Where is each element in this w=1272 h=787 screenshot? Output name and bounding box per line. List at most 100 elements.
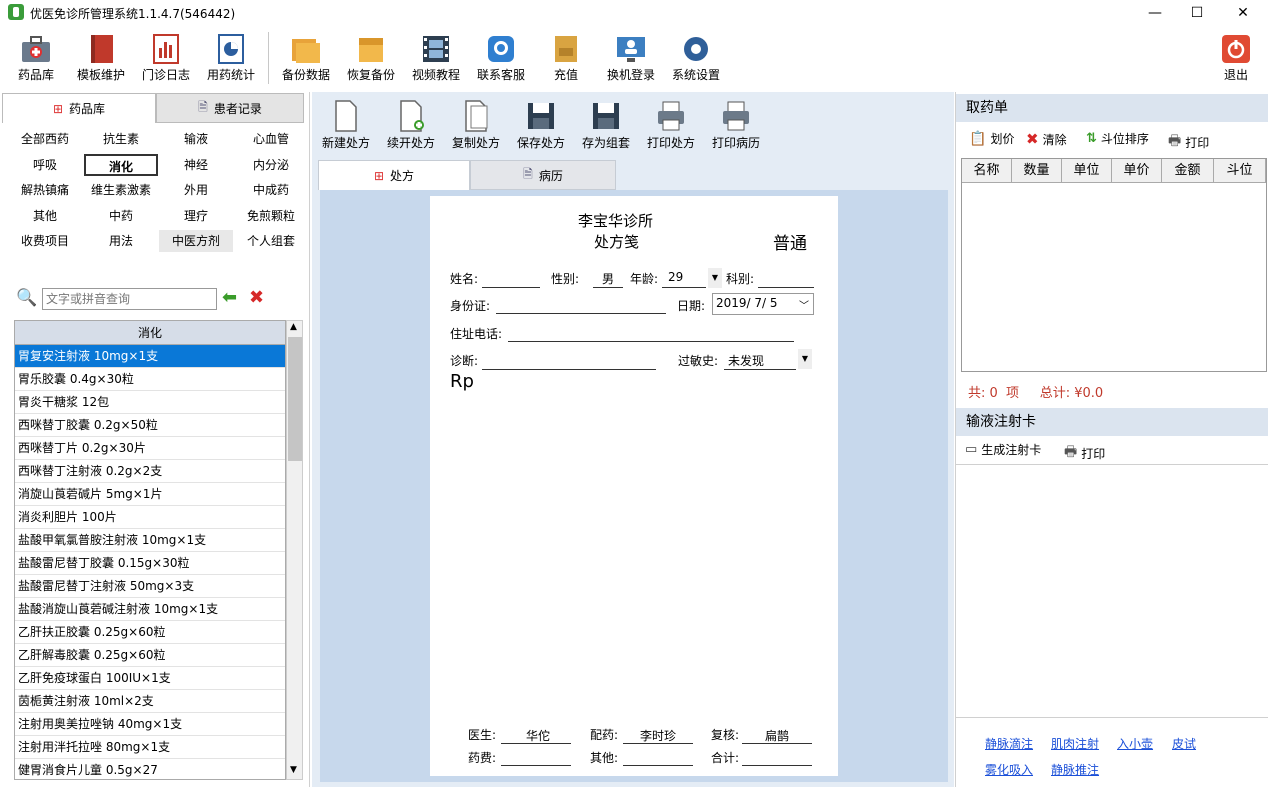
category-item[interactable]: 免煎颗粒 (234, 205, 308, 227)
link-iv-drip[interactable]: 静脉滴注 (985, 735, 1033, 752)
toolbar-video-tutorial-button[interactable]: 视频教程 (405, 28, 467, 88)
doctor-value[interactable]: 华佗 (526, 727, 550, 744)
maximize-button[interactable]: ☐ (1174, 0, 1220, 26)
drug-list-item[interactable]: 消炎利胆片 100片 (15, 506, 285, 529)
category-item[interactable]: 收费项目 (8, 230, 82, 252)
drug-list-item[interactable]: 胃乐胶囊 0.4g×30粒 (15, 368, 285, 391)
category-item[interactable]: 呼吸 (8, 154, 82, 176)
drug-list-item[interactable]: 消旋山莨菪碱片 5mg×1片 (15, 483, 285, 506)
grid-column-header[interactable]: 数量 (1012, 159, 1062, 183)
grid-column-header[interactable]: 名称 (962, 159, 1012, 183)
category-item[interactable]: 神经 (159, 154, 233, 176)
category-item[interactable]: 理疗 (159, 205, 233, 227)
drug-list-item[interactable]: 注射用泮托拉唑 80mg×1支 (15, 736, 285, 759)
name-field[interactable] (482, 287, 540, 288)
category-item[interactable]: 消化 (84, 154, 158, 176)
toolbar-recharge-button[interactable]: 充值 (535, 28, 597, 88)
drug-list-item[interactable]: 西咪替丁胶囊 0.2g×50粒 (15, 414, 285, 437)
drug-list-scrollbar[interactable]: ▲ ▼ (286, 320, 303, 780)
save-prescription-button[interactable]: 保存处方 (511, 98, 571, 151)
drug-list-item[interactable]: 注射用奥美拉唑钠 40mg×1支 (15, 713, 285, 736)
address-phone-field[interactable] (508, 341, 794, 342)
drug-list-item[interactable]: 盐酸雷尼替丁胶囊 0.15g×30粒 (15, 552, 285, 575)
tab-medical-record[interactable]: 🗎 病历 (470, 160, 616, 190)
date-picker[interactable]: 2019/ 7/ 5 ﹀ (712, 293, 814, 315)
drug-list-item[interactable]: 胃复安注射液 10mg×1支 (15, 345, 285, 368)
drug-list-item[interactable]: 茵栀黄注射液 10ml×2支 (15, 690, 285, 713)
grid-column-header[interactable]: 单位 (1062, 159, 1112, 183)
category-item[interactable]: 个人组套 (234, 230, 308, 252)
category-item[interactable]: 内分泌 (234, 154, 308, 176)
toolbar-settings-button[interactable]: 系统设置 (665, 28, 727, 88)
tab-patient-records[interactable]: 🗎 患者记录 (156, 93, 304, 123)
drug-list-item[interactable]: 健胃消食片儿童 0.5g×27 (15, 759, 285, 779)
search-input[interactable]: 文字或拼音查询 (42, 288, 217, 310)
drug-list-item[interactable]: 西咪替丁片 0.2g×30片 (15, 437, 285, 460)
category-item[interactable]: 外用 (159, 179, 233, 201)
grid-column-header[interactable]: 单价 (1112, 159, 1162, 183)
new-prescription-button[interactable]: 新建处方 (316, 98, 376, 151)
grid-column-header[interactable]: 金额 (1162, 159, 1214, 183)
gender-value[interactable]: 男 (602, 270, 614, 287)
dispenser-value[interactable]: 李时珍 (640, 727, 676, 744)
total-field[interactable] (742, 765, 812, 766)
drug-list-item[interactable]: 盐酸消旋山莨菪碱注射液 10mg×1支 (15, 598, 285, 621)
allergy-value[interactable]: 未发现 (728, 352, 764, 369)
print-pick-list-button[interactable]: 🖶 打印 (1168, 130, 1209, 154)
clear-list-button[interactable]: ✖ 清除 (1026, 130, 1067, 148)
copy-prescription-button[interactable]: 复制处方 (446, 98, 506, 151)
category-item[interactable]: 解热镇痛 (8, 179, 82, 201)
exit-button[interactable]: 退出 (1205, 28, 1267, 88)
close-button[interactable]: ✕ (1220, 0, 1266, 26)
drug-list-item[interactable]: 乙肝扶正胶囊 0.25g×60粒 (15, 621, 285, 644)
category-item[interactable]: 中医方剂 (159, 230, 233, 252)
tab-medicine-library[interactable]: ⊞ 药品库 (2, 93, 156, 123)
age-unit-dropdown[interactable]: ▼ (708, 268, 722, 288)
generate-injection-card-button[interactable]: ▭ 生成注射卡 (965, 441, 1041, 458)
category-item[interactable]: 全部西药 (8, 128, 82, 150)
category-item[interactable]: 中成药 (234, 179, 308, 201)
toolbar-switch-login-button[interactable]: 换机登录 (600, 28, 662, 88)
age-value[interactable]: 29 (668, 270, 683, 284)
tab-prescription[interactable]: ⊞ 处方 (318, 160, 470, 190)
price-button[interactable]: 📋 划价 (969, 130, 1014, 147)
department-field[interactable] (758, 287, 814, 288)
print-prescription-button[interactable]: 打印处方 (641, 98, 701, 151)
drug-list-item[interactable]: 胃炎干糖浆 12包 (15, 391, 285, 414)
drug-list-item[interactable]: 乙肝解毒胶囊 0.25g×60粒 (15, 644, 285, 667)
reviewer-value[interactable]: 扁鹊 (765, 727, 789, 744)
toolbar-template-button[interactable]: 模板维护 (70, 28, 132, 88)
toolbar-drug-stats-button[interactable]: 用药统计 (200, 28, 262, 88)
diagnosis-field[interactable] (482, 369, 656, 370)
toolbar-clinic-log-button[interactable]: 门诊日志 (135, 28, 197, 88)
scroll-up-icon[interactable]: ▲ (290, 322, 297, 332)
print-injection-card-button[interactable]: 🖶 打印 (1064, 441, 1105, 465)
continue-prescription-button[interactable]: 续开处方 (381, 98, 441, 151)
link-nebulization[interactable]: 雾化吸入 (985, 761, 1033, 778)
minimize-button[interactable]: — (1132, 0, 1178, 26)
link-small-pot[interactable]: 入小壶 (1117, 735, 1153, 752)
id-card-field[interactable] (496, 313, 666, 314)
link-intramuscular[interactable]: 肌肉注射 (1051, 735, 1099, 752)
category-item[interactable]: 输液 (159, 128, 233, 150)
link-skin-test[interactable]: 皮试 (1172, 735, 1196, 752)
category-item[interactable]: 心血管 (234, 128, 308, 150)
drug-list-item[interactable]: 乙肝免疫球蛋白 100IU×1支 (15, 667, 285, 690)
category-item[interactable]: 维生素激素 (84, 179, 158, 201)
toolbar-medicine-library-button[interactable]: 药品库 (5, 28, 67, 88)
save-as-set-button[interactable]: 存为组套 (576, 98, 636, 151)
toolbar-restore-button[interactable]: 恢复备份 (340, 28, 402, 88)
scroll-thumb[interactable] (288, 337, 302, 461)
category-item[interactable]: 中药 (84, 205, 158, 227)
drug-list-item[interactable]: 盐酸甲氧氯普胺注射液 10mg×1支 (15, 529, 285, 552)
allergy-dropdown[interactable]: ▼ (798, 349, 812, 369)
print-record-button[interactable]: 打印病历 (706, 98, 766, 151)
clear-icon[interactable]: ✖ (249, 287, 264, 308)
drug-list-item[interactable]: 盐酸雷尼替丁注射液 50mg×3支 (15, 575, 285, 598)
toolbar-support-button[interactable]: 联系客服 (470, 28, 532, 88)
toolbar-backup-button[interactable]: 备份数据 (275, 28, 337, 88)
sort-slot-button[interactable]: ⇅ 斗位排序 (1086, 130, 1149, 147)
grid-column-header[interactable]: 斗位 (1214, 159, 1266, 183)
category-item[interactable]: 抗生素 (84, 128, 158, 150)
drug-list-item[interactable]: 西咪替丁注射液 0.2g×2支 (15, 460, 285, 483)
